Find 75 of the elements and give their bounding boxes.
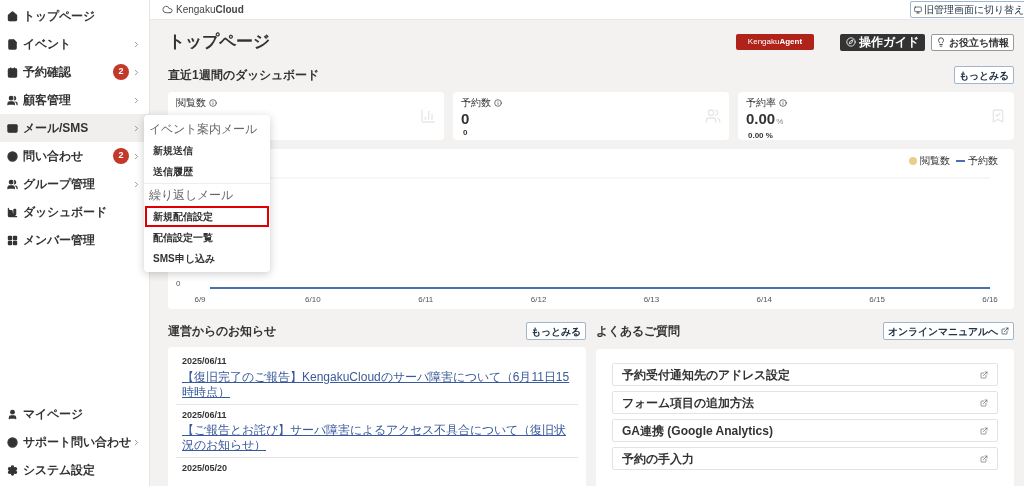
- legend-label: 予約数: [968, 154, 998, 168]
- user-icon: [7, 408, 18, 420]
- count-badge: 2: [113, 148, 129, 164]
- faq-item[interactable]: GA連携 (Google Analytics): [612, 419, 998, 442]
- chevron-icon: [132, 39, 141, 49]
- section-title: 運営からのお知らせ: [168, 323, 276, 340]
- sidebar-item[interactable]: 顧客管理: [0, 86, 149, 114]
- calendar-icon: [7, 66, 18, 78]
- more-button[interactable]: もっとみる: [526, 322, 586, 340]
- news-link[interactable]: 【復旧完了のご報告】KengakuCloudのサーバ障害について（6月11日15時時点）: [182, 369, 572, 400]
- sidebar-item[interactable]: システム設定: [0, 456, 149, 484]
- tips-button[interactable]: お役立ち情報: [931, 33, 1014, 51]
- news-date: 2025/05/20: [182, 462, 229, 475]
- stat-value: 0: [461, 110, 471, 127]
- stat-subvalue: 0.00 %: [748, 130, 774, 142]
- logo-icon: [162, 4, 173, 15]
- external-link-icon: [980, 454, 988, 463]
- submenu-group-label: イベント案内メール: [148, 121, 258, 138]
- info-icon: [209, 98, 217, 107]
- page-title: トップページ: [168, 31, 270, 54]
- count-badge: 2: [113, 64, 129, 80]
- chevron-icon: [132, 179, 141, 189]
- guide-button[interactable]: 操作ガイド: [840, 33, 925, 51]
- stat-icon: [990, 108, 1006, 124]
- sidebar-item[interactable]: メール/SMS: [0, 114, 149, 142]
- news-date: 2025/06/11: [182, 355, 228, 368]
- chevron-icon: [132, 123, 141, 133]
- stat-icon: [705, 108, 721, 124]
- mail-icon: [7, 122, 18, 134]
- section-title: よくあるご質問: [596, 323, 680, 340]
- people-icon: [7, 178, 18, 190]
- grid-icon: [7, 234, 18, 246]
- stat-subvalue: 0: [463, 127, 469, 139]
- stat-value: 0.00%: [746, 110, 785, 129]
- stat-label: 予約率: [746, 95, 990, 110]
- news-date: 2025/06/11: [182, 408, 228, 422]
- home-icon: [7, 10, 18, 22]
- external-link-icon: [980, 426, 988, 435]
- compass-icon: [846, 37, 856, 47]
- submenu-item[interactable]: 新規配信設定: [145, 206, 269, 227]
- external-link-icon: [980, 398, 988, 407]
- monitor-icon: [914, 5, 922, 14]
- agent-button[interactable]: KengakuAgent: [736, 34, 814, 50]
- sidebar-item[interactable]: トップページ: [0, 2, 149, 30]
- sidebar-item[interactable]: サポート問い合わせ: [0, 428, 149, 456]
- sidebar-item[interactable]: イベント: [0, 30, 149, 58]
- people-icon: [7, 94, 18, 106]
- legend-label: 閲覧数: [920, 154, 950, 168]
- more-button[interactable]: もっとみる: [954, 66, 1014, 84]
- external-link-icon: [1001, 327, 1009, 335]
- section-title: 直近1週間のダッシュボード: [168, 67, 319, 84]
- stat-label: 閲覧数: [176, 95, 420, 110]
- chevron-icon: [132, 67, 141, 77]
- info-icon: [779, 98, 787, 107]
- bar-chart-icon: [7, 206, 18, 218]
- chevron-icon: [132, 151, 141, 161]
- switch-view-button[interactable]: 旧管理画面に切り替え: [910, 1, 1024, 18]
- faq-item[interactable]: 予約受付通知先のアドレス設定: [612, 363, 998, 386]
- settings-icon: [7, 464, 18, 476]
- chevron-icon: [132, 95, 141, 105]
- stat-label: 予約数: [461, 95, 705, 110]
- logo: KengakuCloud: [176, 3, 244, 17]
- lightbulb-icon: [936, 37, 946, 47]
- chevron-icon: [132, 437, 141, 447]
- info-icon: [494, 98, 502, 107]
- document-icon: [7, 38, 18, 50]
- faq-item[interactable]: フォーム項目の追加方法: [612, 391, 998, 414]
- faq-item[interactable]: 予約の手入力: [612, 447, 998, 470]
- stat-icon: [420, 108, 436, 124]
- sidebar-item[interactable]: マイページ: [0, 400, 149, 428]
- manual-button[interactable]: オンラインマニュアルへ: [883, 322, 1014, 340]
- external-link-icon: [980, 370, 988, 379]
- news-link[interactable]: 【ご報告とお詫び】サーバ障害によるアクセス不具合について（復旧状況のお知らせ）: [182, 423, 572, 453]
- sidebar-item[interactable]: 予約確認 2: [0, 58, 149, 86]
- y-axis-label: 0: [176, 278, 182, 290]
